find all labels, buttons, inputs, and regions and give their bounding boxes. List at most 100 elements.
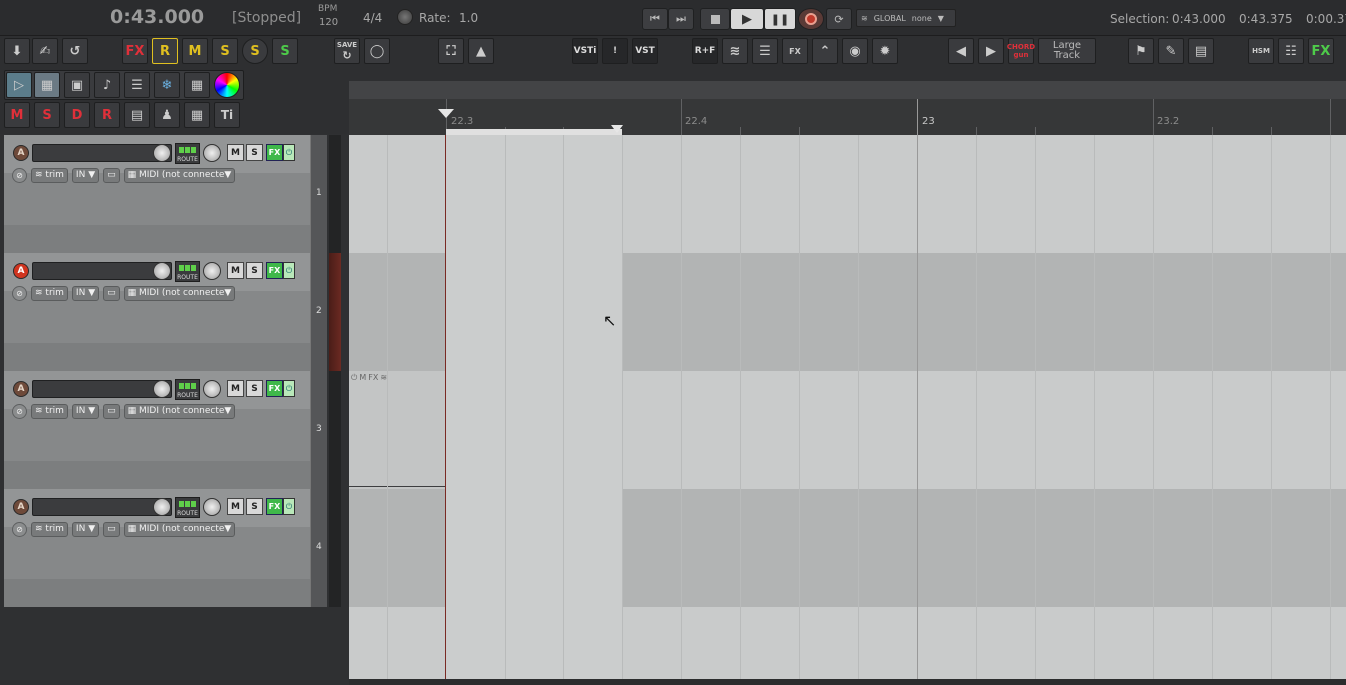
warning-icon[interactable]: !: [602, 38, 628, 64]
record-button[interactable]: [798, 8, 824, 30]
input-fx-icon[interactable]: ▭: [103, 167, 120, 183]
volume-knob[interactable]: [153, 498, 171, 516]
solo-button[interactable]: S: [246, 498, 263, 515]
trim-button[interactable]: ≋ trim: [31, 285, 68, 301]
phase-icon[interactable]: ⊘: [12, 167, 27, 183]
mute-button[interactable]: M: [227, 498, 244, 515]
track-record-button[interactable]: R: [94, 102, 120, 128]
list-icon[interactable]: ☷: [1278, 38, 1304, 64]
power-icon[interactable]: ⏻: [351, 373, 357, 383]
timeline-ruler[interactable]: 22.3 22.4 23 23.2: [349, 99, 1346, 135]
grid-small-icon[interactable]: ▦: [184, 102, 210, 128]
record-arm-all-button[interactable]: R: [152, 38, 178, 64]
arrange-view[interactable]: ⏻ M FX ≋ ↖: [349, 99, 1346, 685]
route-button[interactable]: ROUTE: [175, 261, 200, 282]
lines-icon[interactable]: ☰: [124, 72, 150, 98]
large-track-button[interactable]: Large Track: [1038, 38, 1096, 64]
automation-mode[interactable]: ≋ GLOBAL none ▼: [856, 9, 956, 27]
chord-gun-button[interactable]: CHORD gun: [1007, 38, 1035, 64]
marker-icon[interactable]: ⚑: [1128, 38, 1154, 64]
input-select[interactable]: ▦ MIDI (not connecte ▼: [123, 167, 236, 183]
fx-toggle-button[interactable]: FX: [122, 38, 148, 64]
hsm-button[interactable]: HSM: [1248, 38, 1274, 64]
tracks-icon[interactable]: ▤: [124, 102, 150, 128]
solo-button[interactable]: S: [246, 262, 263, 279]
trim-button[interactable]: ≋ trim: [31, 403, 68, 419]
phase-icon[interactable]: ⊘: [12, 285, 27, 301]
piano-icon[interactable]: ▤: [1188, 38, 1214, 64]
track-name-field[interactable]: [32, 380, 172, 398]
right-arrow-icon[interactable]: ▶: [978, 38, 1004, 64]
go-to-start-button[interactable]: ⏮: [642, 8, 668, 30]
reel-icon[interactable]: ✹: [872, 38, 898, 64]
time-signature[interactable]: 4/4: [363, 11, 382, 25]
phase-icon[interactable]: ⊘: [12, 521, 27, 537]
selection-end-marker[interactable]: [611, 125, 623, 133]
fx-chain-button[interactable]: FX: [782, 38, 808, 64]
text-button[interactable]: Ti: [214, 102, 240, 128]
time-selection-bar[interactable]: [446, 129, 622, 135]
env-mute-button[interactable]: M: [359, 373, 366, 383]
undo-icon[interactable]: ↺: [62, 38, 88, 64]
save-slot-button[interactable]: SAVE ↻: [334, 38, 360, 64]
metronome-icon[interactable]: ◯: [364, 38, 390, 64]
mute-button[interactable]: M: [227, 380, 244, 397]
rate-knob[interactable]: [397, 9, 413, 25]
power-icon[interactable]: ⏻: [283, 144, 295, 161]
phase-icon[interactable]: ⊘: [12, 403, 27, 419]
trim-button[interactable]: ≋ trim: [31, 167, 68, 183]
mute-button[interactable]: M: [227, 144, 244, 161]
pan-knob[interactable]: [203, 262, 221, 280]
ruler-strip[interactable]: [349, 81, 1346, 99]
mute-button[interactable]: M: [227, 262, 244, 279]
solo-defeat-button[interactable]: S: [272, 38, 298, 64]
track-name-field[interactable]: [32, 262, 172, 280]
mixer-icon[interactable]: ☰: [752, 38, 778, 64]
ripple-icon[interactable]: ▷: [6, 72, 32, 98]
env-fx-button[interactable]: FX: [368, 373, 378, 383]
track-solo-button[interactable]: S: [34, 102, 60, 128]
vsti-button[interactable]: VSTi: [572, 38, 598, 64]
zoom-icon[interactable]: ⛶: [438, 38, 464, 64]
fx-button[interactable]: FX: [266, 498, 283, 515]
eye-icon[interactable]: ◉: [842, 38, 868, 64]
track-name-field[interactable]: [32, 498, 172, 516]
record-arm-button[interactable]: A: [13, 145, 29, 161]
fx-button[interactable]: FX: [266, 380, 283, 397]
route-button[interactable]: ROUTE: [175, 143, 200, 164]
power-icon[interactable]: ⏻: [283, 262, 295, 279]
route-button[interactable]: ROUTE: [175, 497, 200, 518]
calendar-icon[interactable]: ▦: [184, 72, 210, 98]
pencil-icon[interactable]: ✎: [1158, 38, 1184, 64]
play-button[interactable]: ▶: [730, 8, 764, 30]
volume-knob[interactable]: [153, 144, 171, 162]
solo-button[interactable]: S: [246, 380, 263, 397]
fx-button[interactable]: FX: [266, 144, 283, 161]
rate-value[interactable]: 1.0: [459, 11, 478, 25]
clean-icon[interactable]: ✍: [32, 38, 58, 64]
repeat-button[interactable]: ⟳: [826, 8, 852, 30]
save-icon[interactable]: ⬇: [4, 38, 30, 64]
time-selection[interactable]: [446, 135, 622, 685]
go-to-end-button[interactable]: ⏭: [668, 8, 694, 30]
route-button[interactable]: ROUTE: [175, 379, 200, 400]
track-delete-button[interactable]: D: [64, 102, 90, 128]
record-arm-button[interactable]: A: [13, 499, 29, 515]
input-select[interactable]: ▦ MIDI (not connecte ▼: [123, 403, 236, 419]
input-monitor-button[interactable]: IN ▼: [71, 521, 100, 537]
input-monitor-button[interactable]: IN ▼: [71, 285, 100, 301]
input-select[interactable]: ▦ MIDI (not connecte ▼: [123, 285, 236, 301]
input-monitor-button[interactable]: IN ▼: [71, 403, 100, 419]
input-fx-icon[interactable]: ▭: [103, 521, 120, 537]
grid-icon[interactable]: ▦: [34, 72, 60, 98]
power-icon[interactable]: ⏻: [283, 380, 295, 397]
metronome-triangle-icon[interactable]: ▲: [468, 38, 494, 64]
vst-button[interactable]: VST: [632, 38, 658, 64]
selection-length[interactable]: 0:00.37: [1306, 12, 1346, 26]
color-wheel-icon[interactable]: [214, 72, 240, 98]
volume-knob[interactable]: [153, 262, 171, 280]
bpm-value[interactable]: 120: [319, 17, 338, 28]
track-header-1[interactable]: A ROUTE M S FX ⏻ ⊘ ≋ trim IN ▼ ▭ ▦ MIDI …: [4, 135, 310, 253]
record-arm-button[interactable]: A: [13, 381, 29, 397]
record-arm-button[interactable]: A: [13, 263, 29, 279]
